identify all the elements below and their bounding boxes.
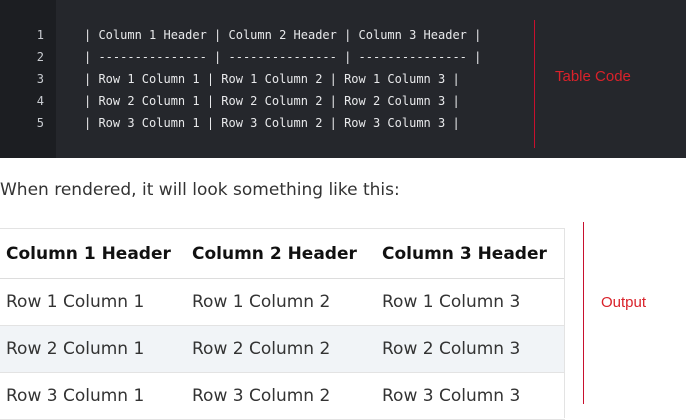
table-header-cell: Column 3 Header bbox=[376, 228, 565, 279]
table-right-border bbox=[564, 228, 565, 418]
line-number-gutter: 1 2 3 4 5 bbox=[0, 0, 56, 158]
table-row: Row 2 Column 1 Row 2 Column 2 Row 2 Colu… bbox=[0, 325, 565, 373]
table-row: Row 1 Column 1 Row 1 Column 2 Row 1 Colu… bbox=[0, 278, 565, 326]
table-cell: Row 3 Column 3 bbox=[376, 372, 565, 420]
output-annotation-line bbox=[583, 222, 584, 404]
code-annotation-label: Table Code bbox=[555, 68, 631, 85]
table-cell: Row 1 Column 1 bbox=[0, 278, 186, 326]
output-annotation-label: Output bbox=[601, 294, 647, 311]
table-cell: Row 3 Column 2 bbox=[186, 372, 376, 420]
rendered-table: Column 1 Header Column 2 Header Column 3… bbox=[0, 228, 565, 420]
line-number: 4 bbox=[36, 94, 44, 108]
code-annotation-line bbox=[534, 20, 535, 148]
table-header-cell: Column 1 Header bbox=[0, 228, 186, 279]
line-number: 2 bbox=[36, 50, 44, 64]
table-cell: Row 1 Column 2 bbox=[186, 278, 376, 326]
line-number: 5 bbox=[36, 116, 44, 130]
code-line: | Row 1 Column 1 | Row 1 Column 2 | Row … bbox=[84, 72, 460, 86]
code-line: | Column 1 Header | Column 2 Header | Co… bbox=[84, 28, 482, 42]
table-row: Row 3 Column 1 Row 3 Column 2 Row 3 Colu… bbox=[0, 372, 565, 420]
table-cell: Row 2 Column 2 bbox=[186, 325, 376, 373]
intro-text: When rendered, it will look something li… bbox=[0, 180, 400, 200]
table-cell: Row 2 Column 1 bbox=[0, 325, 186, 373]
table-cell: Row 1 Column 3 bbox=[376, 278, 565, 326]
code-line: | Row 3 Column 1 | Row 3 Column 2 | Row … bbox=[84, 116, 460, 130]
table-header-row: Column 1 Header Column 2 Header Column 3… bbox=[0, 228, 565, 279]
line-number: 3 bbox=[36, 72, 44, 86]
table-cell: Row 2 Column 3 bbox=[376, 325, 565, 373]
code-line: | --------------- | --------------- | --… bbox=[84, 50, 482, 64]
line-number: 1 bbox=[36, 28, 44, 42]
table-cell: Row 3 Column 1 bbox=[0, 372, 186, 420]
code-line: | Row 2 Column 1 | Row 2 Column 2 | Row … bbox=[84, 94, 460, 108]
table-header-cell: Column 2 Header bbox=[186, 228, 376, 279]
